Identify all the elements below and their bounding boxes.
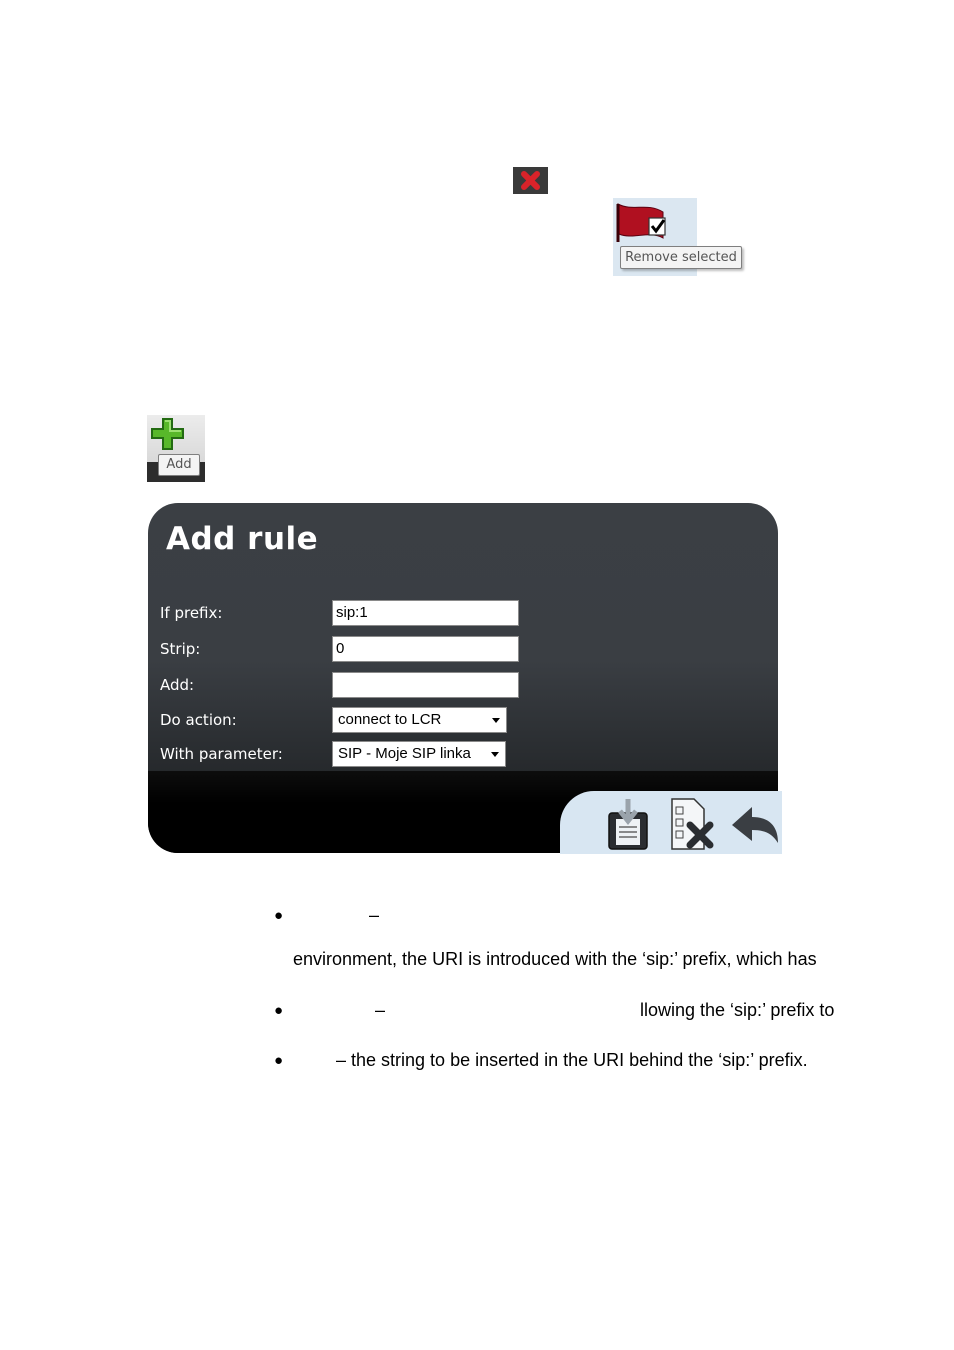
add-plus-icon — [151, 418, 184, 450]
dialog-toolbar — [560, 791, 782, 854]
bullet-2-text: llowing the ‘sip:’ prefix to — [640, 1000, 835, 1020]
with-parameter-value: SIP - Moje SIP linka — [338, 745, 471, 762]
remove-selected-tooltip: Remove selected — [620, 246, 742, 269]
if-prefix-input[interactable]: sip:1 — [332, 600, 519, 626]
delete-x-icon[interactable] — [513, 167, 548, 194]
bullet-1-dash: – — [369, 905, 380, 925]
do-action-label: Do action: — [160, 711, 237, 729]
strip-input[interactable]: 0 — [332, 636, 519, 662]
chevron-down-icon — [491, 752, 499, 757]
bullet-1-continuation: environment, the URI is introduced with … — [293, 949, 817, 969]
add-input[interactable] — [332, 672, 519, 698]
dialog-title: Add rule — [166, 521, 319, 557]
back-button[interactable] — [730, 803, 780, 852]
add-label: Add: — [160, 676, 195, 694]
remove-selected-flag-icon — [616, 203, 666, 242]
bullet-3-text: – the string to be inserted in the URI b… — [336, 1050, 808, 1070]
bullet-2-dash: – — [375, 1000, 386, 1020]
with-parameter-select[interactable]: SIP - Moje SIP linka — [332, 741, 506, 767]
bullet-dot: ● — [274, 1002, 284, 1019]
if-prefix-label: If prefix: — [160, 604, 223, 622]
cancel-button[interactable] — [668, 797, 718, 856]
with-parameter-label: With parameter: — [160, 745, 283, 763]
save-icon — [608, 799, 648, 850]
bullet-dot: ● — [274, 1052, 284, 1069]
save-button[interactable] — [604, 797, 656, 856]
strip-label: Strip: — [160, 640, 201, 658]
add-tooltip: Add — [158, 454, 200, 476]
do-action-value: connect to LCR — [338, 711, 442, 728]
bullet-dot: ● — [274, 907, 284, 924]
cancel-icon — [671, 798, 714, 850]
do-action-select[interactable]: connect to LCR — [332, 707, 507, 733]
chevron-down-icon — [492, 718, 500, 723]
back-arrow-icon — [732, 807, 778, 843]
